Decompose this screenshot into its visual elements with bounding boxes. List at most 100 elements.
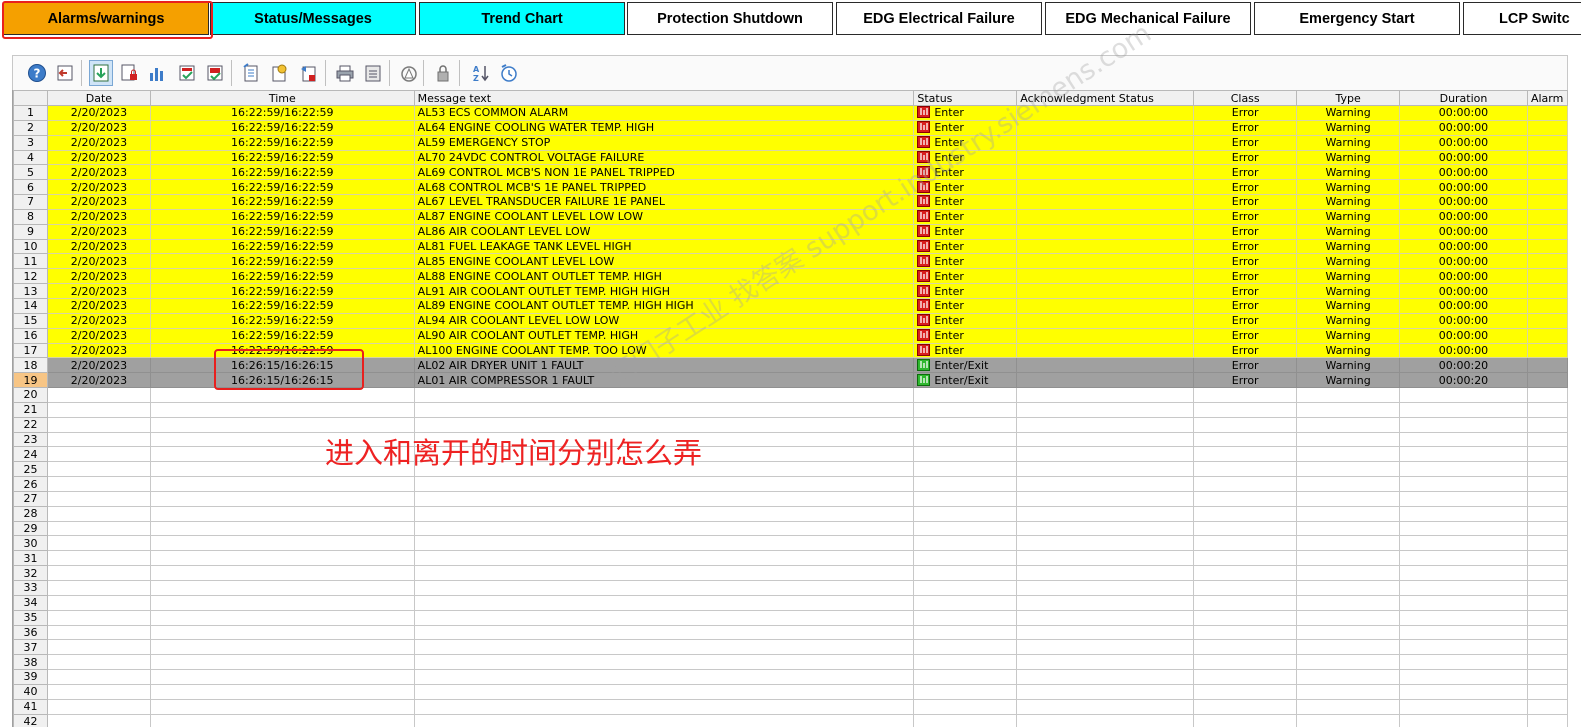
table-row[interactable]: 19 2/20/2023 16:26:15/16:26:15 AL01 AIR COM… (13, 372, 1568, 389)
empty-cell (1193, 698, 1298, 715)
statistics-button[interactable] (145, 60, 169, 86)
print-button[interactable] (333, 60, 357, 86)
group-acknowledge-button[interactable] (203, 60, 227, 86)
tab-trend-chart[interactable]: Trend Chart (419, 2, 625, 35)
table-row[interactable]: 16 2/20/2023 16:22:59/16:22:59 AL90 AIR COO… (13, 327, 1568, 344)
empty-cell (1193, 550, 1298, 567)
lock-icon (437, 65, 449, 82)
table-row[interactable]: 1 2/20/2023 16:22:59/16:22:59 AL53 ECS COMM… (13, 105, 1568, 121)
lock-button[interactable] (431, 60, 455, 86)
table-row[interactable]: 13 2/20/2023 16:22:59/16:22:59 AL91 AIR COO… (13, 283, 1568, 299)
tab-alarms-warnings[interactable]: Alarms/warnings (3, 2, 209, 35)
time-base-button[interactable] (497, 60, 521, 86)
column-header-time[interactable]: Time (149, 90, 415, 106)
table-row[interactable]: 22 (13, 416, 1568, 433)
table-row[interactable]: 36 (13, 624, 1568, 641)
tab-lcp-switc[interactable]: LCP Switc (1463, 2, 1581, 35)
tab-edg-electrical-failure[interactable]: EDG Electrical Failure (836, 2, 1042, 35)
column-header-acknowledgment-status[interactable]: Acknowledgment Status (1016, 90, 1195, 106)
time-cell: 16:22:59/16:22:59 (149, 283, 415, 299)
tab-edg-mechanical-failure[interactable]: EDG Mechanical Failure (1045, 2, 1251, 35)
class-cell: Error (1193, 119, 1298, 136)
table-row[interactable]: 3 2/20/2023 16:22:59/16:22:59 AL59 EMERGENC… (13, 134, 1568, 151)
table-row[interactable]: 38 (13, 654, 1568, 671)
table-row[interactable]: 26 (13, 476, 1568, 492)
locked-messages-button[interactable] (117, 60, 141, 86)
empty-cell (1016, 713, 1195, 727)
loop-in-alarm-button[interactable] (397, 60, 421, 86)
column-header-date[interactable]: Date (46, 90, 151, 106)
table-row[interactable]: 14 2/20/2023 16:22:59/16:22:59 AL89 ENGINE … (13, 297, 1568, 314)
column-header-type[interactable]: Type (1296, 90, 1401, 106)
table-row[interactable]: 24 (13, 446, 1568, 463)
table-row[interactable]: 17 2/20/2023 16:22:59/16:22:59 AL100 ENGINE… (13, 342, 1568, 359)
group-acknowledge-icon (207, 65, 223, 81)
hidden-messages-button[interactable] (297, 60, 321, 86)
table-row[interactable]: 6 2/20/2023 16:22:59/16:22:59 AL68 CONTROL … (13, 179, 1568, 196)
alarm-cell (1526, 119, 1568, 136)
tab-status-messages[interactable]: Status/Messages (210, 2, 416, 35)
acknowledge-button[interactable] (175, 60, 199, 86)
table-row[interactable]: 23 (13, 431, 1568, 448)
empty-cell (1016, 535, 1195, 552)
empty-cell (913, 505, 1018, 522)
acknowledgment-status-cell (1016, 164, 1195, 181)
table-row[interactable]: 32 (13, 565, 1568, 581)
table-row[interactable]: 21 (13, 401, 1568, 418)
column-header-message-text[interactable]: Message text (413, 90, 915, 106)
message-list-button[interactable] (239, 60, 263, 86)
empty-cell (1016, 654, 1195, 671)
date-cell: 2/20/2023 (46, 119, 151, 136)
empty-cell (913, 520, 1018, 537)
table-row[interactable]: 33 (13, 580, 1568, 596)
status-text: Enter (934, 343, 964, 357)
table-row[interactable]: 28 (13, 505, 1568, 522)
alarm-enter-icon (917, 180, 931, 193)
table-row[interactable]: 4 2/20/2023 16:22:59/16:22:59 AL70 24VDC CO… (13, 149, 1568, 166)
table-row[interactable]: 39 (13, 669, 1568, 685)
empty-cell (413, 520, 915, 537)
table-row[interactable]: 34 (13, 594, 1568, 611)
table-row[interactable]: 15 2/20/2023 16:22:59/16:22:59 AL94 AIR COO… (13, 312, 1568, 329)
table-row[interactable]: 20 (13, 387, 1568, 403)
table-row[interactable]: 41 (13, 698, 1568, 715)
toolbar-separator (231, 60, 232, 86)
table-row[interactable]: 31 (13, 550, 1568, 567)
sort-button[interactable]: AZ (469, 60, 493, 86)
current-messages-button[interactable] (89, 60, 113, 86)
column-header-alarm[interactable]: Alarm (1526, 90, 1568, 106)
column-header-row-number[interactable] (13, 90, 48, 106)
table-row[interactable]: 7 2/20/2023 16:22:59/16:22:59 AL67 LEVEL TR… (13, 194, 1568, 210)
tab-protection-shutdown[interactable]: Protection Shutdown (627, 2, 833, 35)
table-row[interactable]: 18 2/20/2023 16:26:15/16:26:15 AL02 AIR DRY… (13, 357, 1568, 374)
empty-cell (1399, 609, 1528, 626)
empty-cell (1526, 713, 1568, 727)
acknowledgment-status-cell (1016, 179, 1195, 196)
table-row[interactable]: 8 2/20/2023 16:22:59/16:22:59 AL87 ENGINE C… (13, 208, 1568, 225)
table-row[interactable]: 9 2/20/2023 16:22:59/16:22:59 AL86 AIR COOL… (13, 223, 1568, 240)
table-row[interactable]: 37 (13, 639, 1568, 656)
table-row[interactable]: 2 2/20/2023 16:22:59/16:22:59 AL64 ENGINE C… (13, 119, 1568, 136)
table-row[interactable]: 27 (13, 490, 1568, 507)
help-button[interactable]: ? (25, 60, 49, 86)
column-header-class[interactable]: Class (1193, 90, 1298, 106)
table-row[interactable]: 12 2/20/2023 16:22:59/16:22:59 AL88 ENGINE … (13, 268, 1568, 285)
table-row[interactable]: 29 (13, 520, 1568, 537)
report-button[interactable] (361, 60, 385, 86)
alarm-cell (1526, 312, 1568, 329)
table-row[interactable]: 10 2/20/2023 16:22:59/16:22:59 AL81 FUEL LE… (13, 238, 1568, 255)
tab-emergency-start[interactable]: Emergency Start (1254, 2, 1460, 35)
table-row[interactable]: 30 (13, 535, 1568, 552)
empty-cell (913, 683, 1018, 700)
table-row[interactable]: 11 2/20/2023 16:22:59/16:22:59 AL85 ENGINE … (13, 253, 1568, 270)
table-row[interactable]: 5 2/20/2023 16:22:59/16:22:59 AL69 CONTROL … (13, 164, 1568, 181)
table-row[interactable]: 35 (13, 609, 1568, 626)
history-button[interactable] (267, 60, 291, 86)
column-header-duration[interactable]: Duration (1399, 90, 1528, 106)
table-row[interactable]: 42 (13, 713, 1568, 727)
table-row[interactable]: 25 (13, 461, 1568, 478)
column-header-status[interactable]: Status (913, 90, 1018, 106)
acknowledgment-status-cell (1016, 312, 1195, 329)
table-row[interactable]: 40 (13, 683, 1568, 700)
exit-button[interactable] (53, 60, 77, 86)
